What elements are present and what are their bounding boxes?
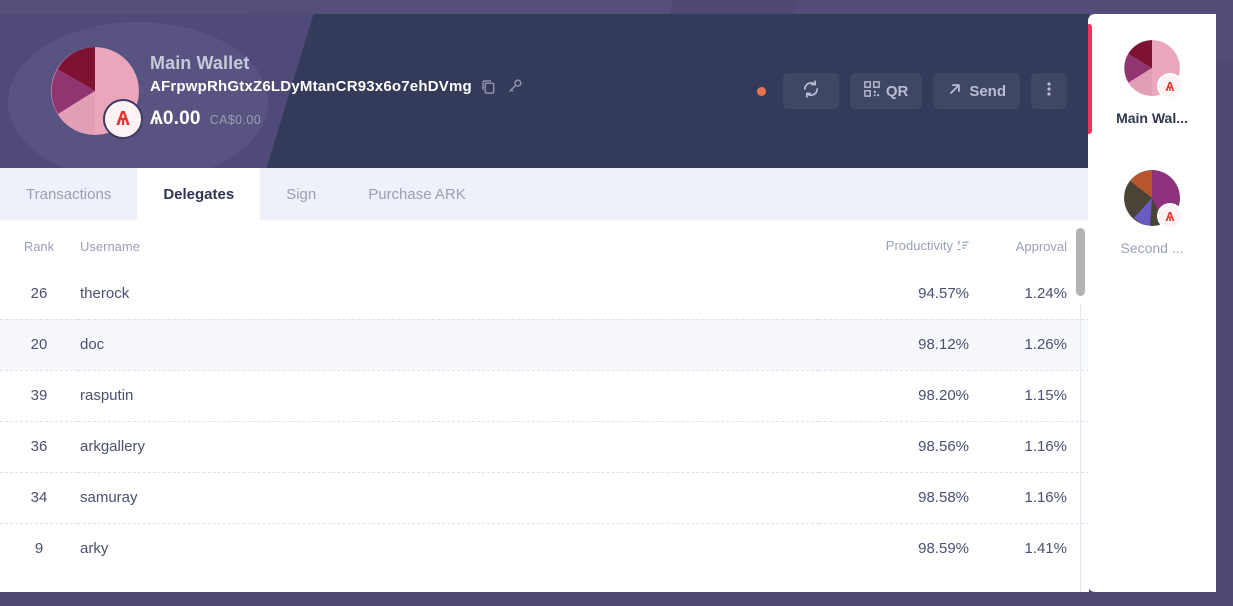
table-body: 26 therock 94.57% 1.24% 20 doc 98.12% 1.… [0, 268, 1089, 574]
cell-rank: 26 [30, 284, 48, 302]
cell-username: doc [78, 318, 819, 370]
cell-username: arkgallery [78, 420, 819, 472]
tab-transactions[interactable]: Transactions [0, 168, 137, 220]
cell-username: samuray [78, 471, 819, 523]
column-header-productivity-label: Productivity [885, 238, 953, 253]
wallet-actions: QR Send [756, 73, 1067, 109]
send-arrow-icon [947, 81, 963, 101]
cell-productivity: 98.20% [819, 369, 969, 421]
sidebar-wallet-second[interactable]: Ѧ Second ... [1088, 144, 1216, 274]
ark-logo-badge: Ѧ [103, 99, 143, 139]
ark-logo-badge: Ѧ [1157, 73, 1183, 99]
send-label: Send [969, 82, 1006, 100]
qr-icon [863, 81, 880, 101]
wallet-name: Main Wallet [150, 52, 250, 73]
active-wallet-indicator [1088, 154, 1092, 264]
scrollbar-thumb[interactable] [1076, 228, 1085, 296]
refresh-button[interactable] [782, 73, 839, 109]
wallet-balance-fiat: CA$0.00 [209, 112, 262, 127]
wallet-balance-row: Ѧ0.00 CA$0.00 [150, 108, 524, 130]
active-wallet-indicator [1088, 24, 1092, 134]
scrollbar-track [1080, 304, 1081, 592]
cell-productivity: 94.57% [918, 284, 969, 302]
table-row[interactable]: 26 therock 94.57% 1.24% [0, 268, 1089, 319]
table-header: Rank Username Productivity Approval [0, 220, 1089, 268]
tab-delegates-label: Delegates [163, 185, 235, 203]
tab-transactions-label: Transactions [26, 185, 112, 203]
ark-logo-badge: Ѧ [1157, 203, 1183, 229]
delegates-table-container: Rank Username Productivity Approval 26 t… [0, 220, 1089, 592]
tab-sign[interactable]: Sign [260, 168, 342, 220]
tab-bar: Transactions Delegates Sign Purchase ARK [0, 168, 1089, 220]
wallet-sidebar: Ѧ Main Wal... Ѧ Second ... [1088, 14, 1216, 592]
table-row[interactable]: 39 rasputin 98.20% 1.15% [0, 369, 1089, 421]
wallet-address: AFrpwpRhGtxZ6LDyMtanCR93x6o7ehDVmg [150, 78, 472, 95]
cell-approval: 1.16% [969, 471, 1089, 523]
cell-productivity: 98.12% [819, 318, 969, 370]
delegates-table: Rank Username Productivity Approval 26 t… [0, 220, 1089, 574]
tab-purchase-ark-label: Purchase ARK [368, 185, 466, 203]
wallet-avatar: Ѧ [51, 47, 143, 139]
key-icon[interactable] [506, 78, 524, 96]
table-row[interactable]: 36 arkgallery 98.56% 1.16% [0, 420, 1089, 472]
cell-username: therock [80, 284, 130, 302]
refresh-icon [801, 79, 821, 103]
cell-approval: 1.26% [969, 318, 1089, 370]
column-header-approval[interactable]: Approval [969, 220, 1089, 268]
tab-sign-label: Sign [286, 185, 317, 203]
tab-delegates[interactable]: Delegates [137, 168, 261, 220]
table-row[interactable]: 34 samuray 98.58% 1.16% [0, 471, 1089, 523]
cell-approval: 1.41% [969, 522, 1089, 574]
cell-username: rasputin [78, 369, 819, 421]
cell-rank: 20 [0, 318, 78, 370]
wallet-header: Ѧ Main Wallet AFrpwpRhGtxZ6LDyMtanCR93x6… [0, 14, 1089, 168]
qr-button[interactable]: QR [849, 73, 923, 109]
tab-purchase-ark[interactable]: Purchase ARK [342, 168, 492, 220]
table-row[interactable]: 9 arky 98.59% 1.41% [0, 522, 1089, 574]
status-indicator-dot [756, 86, 766, 96]
sidebar-avatar-second: Ѧ [1124, 170, 1183, 229]
sidebar-wallet-main[interactable]: Ѧ Main Wal... [1088, 14, 1216, 144]
send-button[interactable]: Send [933, 73, 1020, 109]
wallet-page: Ѧ Main Wallet AFrpwpRhGtxZ6LDyMtanCR93x6… [0, 14, 1089, 592]
sort-ascending-icon [957, 239, 969, 254]
kebab-menu-icon [1046, 79, 1052, 103]
cell-productivity: 98.56% [819, 420, 969, 472]
wallet-balance: Ѧ0.00 [150, 107, 201, 129]
table-header-row: Rank Username Productivity Approval [0, 220, 1089, 268]
cell-productivity: 98.59% [819, 522, 969, 574]
sidebar-avatar-main: Ѧ [1124, 40, 1183, 99]
column-header-username[interactable]: Username [78, 220, 819, 268]
cell-approval: 1.24% [1024, 284, 1067, 302]
more-options-button[interactable] [1031, 73, 1067, 109]
cell-rank: 34 [0, 471, 78, 523]
qr-label: QR [885, 82, 909, 100]
sidebar-wallet-label: Main Wal... [1116, 110, 1188, 126]
wallet-identity: Main Wallet AFrpwpRhGtxZ6LDyMtanCR93x6o7… [150, 53, 524, 130]
column-header-productivity[interactable]: Productivity [819, 220, 969, 268]
cell-approval: 1.16% [969, 420, 1089, 472]
cell-username: arky [78, 522, 819, 574]
cell-rank: 9 [0, 522, 78, 574]
copy-icon[interactable] [480, 78, 498, 96]
cell-rank: 39 [0, 369, 78, 421]
sidebar-wallet-label: Second ... [1120, 240, 1184, 256]
table-row[interactable]: 20 doc 98.12% 1.26% [0, 318, 1089, 370]
column-header-rank[interactable]: Rank [0, 220, 78, 268]
cell-rank: 36 [0, 420, 78, 472]
wallet-address-row: AFrpwpRhGtxZ6LDyMtanCR93x6o7ehDVmg [150, 78, 524, 96]
cell-productivity: 98.58% [819, 471, 969, 523]
cell-approval: 1.15% [969, 369, 1089, 421]
